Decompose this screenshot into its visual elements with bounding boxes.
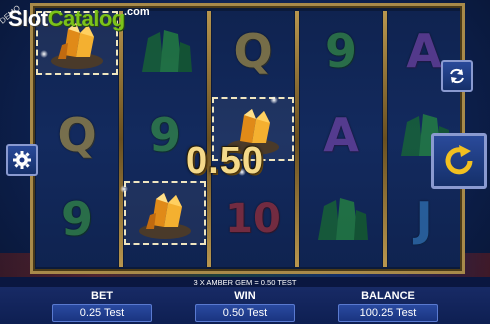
win-message: 3 X AMBER GEM = 0.50 TEST: [0, 277, 490, 287]
win-value: 0.50 Test: [195, 304, 295, 322]
gear-icon: [13, 151, 31, 169]
symbol-letter: A: [406, 24, 442, 78]
reel-1: Q 9: [36, 11, 118, 267]
symbol-letter: 9: [148, 108, 181, 162]
symbol-q: Q: [212, 19, 294, 83]
symbol-9: 9: [300, 19, 382, 83]
win-label: WIN: [234, 290, 256, 302]
reel-4: 9 A: [300, 11, 382, 267]
autoplay-button[interactable]: [441, 60, 473, 92]
bet-label: BET: [91, 290, 113, 302]
reels-frame: Q 9 9 Q 10 9 A A J: [30, 3, 465, 274]
sparkle: [120, 185, 128, 193]
symbol-letter: 9: [60, 192, 93, 246]
green-gem-icon: [318, 198, 368, 240]
sparkle: [270, 96, 278, 104]
bet-value[interactable]: 0.25 Test: [52, 304, 152, 322]
autoplay-icon: [450, 68, 464, 84]
reel-divider: [207, 11, 211, 267]
symbol-green-gem: [300, 187, 382, 251]
amber-gem-icon: [139, 193, 191, 239]
win-amount-display: 0.50: [186, 140, 264, 182]
reel-divider: [383, 11, 387, 267]
symbol-letter: J: [415, 192, 433, 246]
reel-divider: [119, 11, 123, 267]
symbol-letter: 10: [225, 196, 281, 242]
symbol-amber-gem: [124, 181, 206, 245]
logo-catalog: Catalog: [47, 6, 126, 31]
symbol-letter: 9: [324, 24, 357, 78]
bet-panel: BET 0.25 Test: [52, 289, 152, 322]
symbol-q: Q: [36, 103, 118, 167]
symbol-letter: Q: [233, 24, 273, 78]
win-panel: WIN 0.50 Test: [195, 289, 295, 322]
site-logo: SlotCatalog: [8, 6, 125, 32]
reel-divider: [295, 11, 299, 267]
symbol-letter: A: [323, 108, 359, 162]
balance-value: 100.25 Test: [338, 304, 438, 322]
symbol-letter: Q: [57, 108, 97, 162]
logo-slot: Slot: [8, 6, 48, 31]
symbol-green-gem: [124, 19, 206, 83]
logo-com: .com: [124, 6, 150, 18]
reel-3: Q 10: [212, 11, 294, 267]
symbol-a: A: [300, 103, 382, 167]
symbol-10: 10: [212, 187, 294, 251]
spin-icon: [445, 145, 473, 175]
symbol-j: J: [388, 187, 460, 251]
balance-panel: BALANCE 100.25 Test: [338, 289, 438, 322]
reel-2: 9: [124, 11, 206, 267]
settings-button[interactable]: [6, 144, 38, 176]
green-gem-icon: [142, 30, 192, 72]
symbol-9: 9: [36, 187, 118, 251]
spin-button[interactable]: [431, 133, 487, 189]
sparkle: [40, 50, 48, 58]
balance-label: BALANCE: [361, 290, 415, 302]
